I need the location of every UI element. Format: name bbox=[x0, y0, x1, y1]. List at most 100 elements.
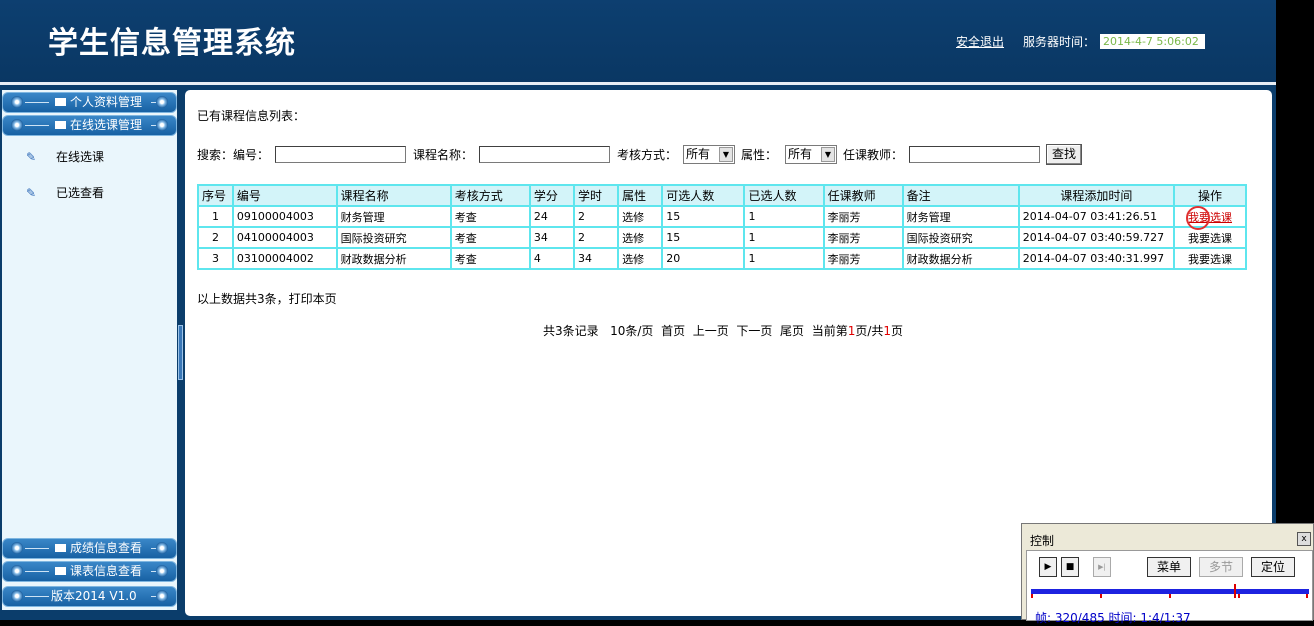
col-header: 可选人数 bbox=[663, 186, 744, 205]
cell: 选修 bbox=[619, 249, 662, 268]
play-button[interactable]: ▶ bbox=[1039, 557, 1057, 577]
sidebar-section-text: 课表信息查看 bbox=[70, 564, 143, 578]
sidebar-section-schedule[interactable]: 课表信息查看 bbox=[2, 561, 177, 582]
cell: 李丽芳 bbox=[824, 249, 902, 268]
select-course-link[interactable]: 我要选课 bbox=[1188, 232, 1232, 245]
stop-button[interactable]: ■ bbox=[1061, 557, 1079, 577]
col-header: 学分 bbox=[530, 186, 573, 205]
table-row: 1 09100004003 财务管理 考查 24 2 选修 15 1 李丽芳 财… bbox=[199, 207, 1245, 226]
close-icon[interactable]: x bbox=[1297, 532, 1311, 546]
cell-action: 我要选课 bbox=[1174, 228, 1245, 247]
cell: 2 bbox=[574, 228, 618, 247]
sidebar-splitter-handle[interactable] bbox=[178, 325, 183, 380]
table-row: 2 04100004003 国际投资研究 考查 34 2 选修 15 1 李丽芳… bbox=[199, 228, 1245, 247]
playback-status: 帧: 320/485 时间: 1:4/1:37 bbox=[1035, 611, 1191, 625]
pencil-icon: ✎ bbox=[26, 186, 37, 200]
col-header: 课程添加时间 bbox=[1019, 186, 1173, 205]
pager-last-link[interactable]: 尾页 bbox=[780, 324, 804, 338]
col-header: 备注 bbox=[903, 186, 1018, 205]
col-header: 学时 bbox=[574, 186, 618, 205]
header: 学生信息管理系统 安全退出 服务器时间： 2014-4-7 5:06:02 bbox=[0, 0, 1276, 82]
pager-prev-link[interactable]: 上一页 bbox=[693, 324, 729, 338]
timeline-tick bbox=[1238, 594, 1240, 598]
sidebar-item-label: 在线选课 bbox=[56, 150, 105, 164]
pager-current-mid: 页/共 bbox=[855, 324, 884, 338]
cell: 财政数据分析 bbox=[337, 249, 450, 268]
cell: 考查 bbox=[451, 228, 529, 247]
step-button[interactable]: ▶| bbox=[1093, 557, 1111, 577]
bullet-icon bbox=[156, 542, 168, 554]
version-label: 版本2014 V1.0 bbox=[51, 589, 137, 603]
cell: 考查 bbox=[451, 207, 529, 226]
sidebar-item-selected-view[interactable]: ✎ 已选查看 bbox=[26, 184, 104, 201]
cell: 选修 bbox=[619, 207, 662, 226]
cell: 财政数据分析 bbox=[903, 249, 1018, 268]
sidebar-section-text: 成绩信息查看 bbox=[70, 541, 143, 555]
col-header: 操作 bbox=[1174, 186, 1245, 205]
col-header: 课程名称 bbox=[337, 186, 450, 205]
chevron-down-icon: ▼ bbox=[821, 147, 835, 162]
code-input[interactable] bbox=[275, 146, 406, 163]
col-header: 编号 bbox=[233, 186, 336, 205]
cell: 15 bbox=[663, 228, 744, 247]
playback-control-panel: 控制 x ▶ ■ ▶| 菜单 多节 定位 帧: 320/485 时间: 1:4/… bbox=[1021, 523, 1314, 625]
sidebar-section-label: 课表信息查看 bbox=[55, 562, 142, 581]
sidebar-section-course[interactable]: 在线选课管理 bbox=[2, 115, 177, 136]
cell: 财务管理 bbox=[903, 207, 1018, 226]
sidebar-section-text: 在线选课管理 bbox=[70, 118, 143, 132]
cell: 财务管理 bbox=[337, 207, 450, 226]
bullet-icon bbox=[11, 96, 23, 108]
sidebar: 个人资料管理 在线选课管理 ✎ 在线选课 ✎ 已选查看 成绩信息查看 课表信息查… bbox=[2, 90, 177, 610]
logout-link[interactable]: 安全退出 bbox=[956, 33, 1004, 50]
table-row: 3 03100004002 财政数据分析 考查 4 34 选修 20 1 李丽芳… bbox=[199, 249, 1245, 268]
teacher-input[interactable] bbox=[909, 146, 1040, 163]
menu-button[interactable]: 菜单 bbox=[1147, 557, 1191, 577]
pager-total-pages: 1 bbox=[883, 324, 892, 338]
code-label: 编号： bbox=[233, 148, 270, 162]
pager-current-suffix: 页 bbox=[891, 324, 904, 338]
click-highlight-ring bbox=[1186, 206, 1210, 230]
cell-action: 我要选课 bbox=[1174, 249, 1245, 268]
multi-section-button[interactable]: 多节 bbox=[1199, 557, 1243, 577]
bullet-icon bbox=[156, 96, 168, 108]
sidebar-section-profile[interactable]: 个人资料管理 bbox=[2, 92, 177, 113]
attribute-value: 所有 bbox=[788, 147, 813, 161]
bullet-icon bbox=[11, 590, 23, 602]
cell: 24 bbox=[530, 207, 573, 226]
header-divider bbox=[0, 82, 1276, 85]
bullet-icon bbox=[156, 119, 168, 131]
cell: 34 bbox=[530, 228, 573, 247]
cell: 考查 bbox=[451, 249, 529, 268]
divider bbox=[25, 125, 49, 126]
chevron-down-icon: ▼ bbox=[719, 147, 733, 162]
sidebar-item-online-select[interactable]: ✎ 在线选课 bbox=[26, 148, 104, 165]
cell: 李丽芳 bbox=[824, 228, 902, 247]
attribute-select[interactable]: 所有 ▼ bbox=[785, 145, 837, 164]
cell: 2014-04-07 03:40:59.727 bbox=[1019, 228, 1173, 247]
cell: 国际投资研究 bbox=[337, 228, 450, 247]
bullet-icon bbox=[11, 119, 23, 131]
cell: 选修 bbox=[619, 228, 662, 247]
envelope-icon bbox=[55, 97, 66, 106]
exam-method-select[interactable]: 所有 ▼ bbox=[683, 145, 735, 164]
cell: 2014-04-07 03:40:31.997 bbox=[1019, 249, 1173, 268]
search-button[interactable]: 查找 bbox=[1046, 144, 1083, 165]
col-header: 任课教师 bbox=[824, 186, 902, 205]
divider bbox=[25, 571, 49, 572]
pager-next-link[interactable]: 下一页 bbox=[736, 324, 772, 338]
timeline-position-marker[interactable] bbox=[1234, 584, 1236, 598]
pager-first-link[interactable]: 首页 bbox=[661, 324, 685, 338]
select-course-link[interactable]: 我要选课 bbox=[1188, 253, 1232, 266]
server-time-label: 服务器时间： bbox=[1023, 35, 1096, 49]
sidebar-version: 版本2014 V1.0 bbox=[2, 586, 177, 607]
sidebar-section-grades[interactable]: 成绩信息查看 bbox=[2, 538, 177, 559]
course-name-input[interactable] bbox=[479, 146, 610, 163]
sidebar-section-label: 个人资料管理 bbox=[55, 93, 142, 112]
envelope-icon bbox=[55, 543, 66, 552]
control-body: ▶ ■ ▶| 菜单 多节 定位 帧: 320/485 时间: 1:4/1:37 bbox=[1026, 550, 1313, 625]
cell: 15 bbox=[663, 207, 744, 226]
cell: 03100004002 bbox=[233, 249, 336, 268]
locate-button[interactable]: 定位 bbox=[1251, 557, 1295, 577]
bullet-icon bbox=[11, 542, 23, 554]
pencil-icon: ✎ bbox=[26, 150, 37, 164]
